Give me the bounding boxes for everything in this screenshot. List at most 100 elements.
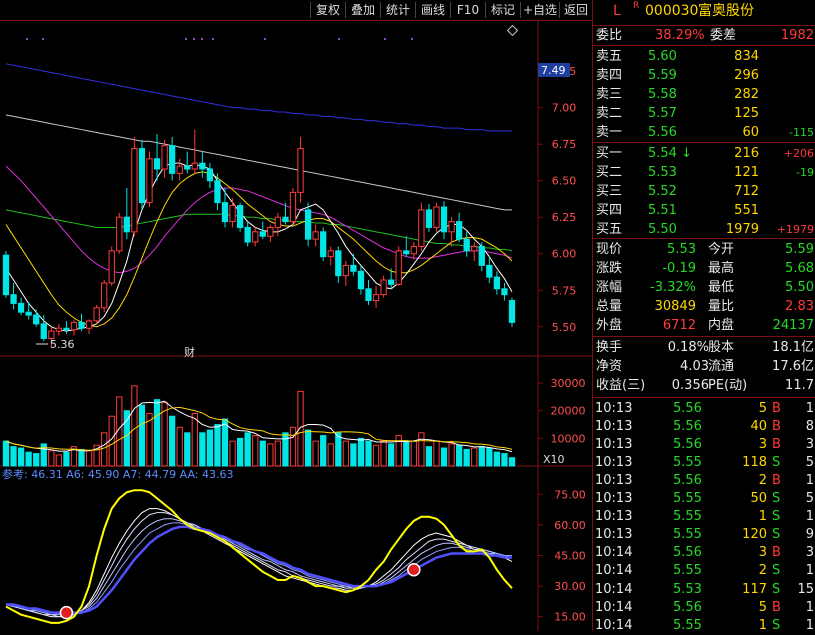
candle-body — [274, 216, 282, 228]
bid-volume: 1979 — [725, 222, 759, 237]
bid-price: 5.52 — [648, 184, 677, 199]
quote-label-left: 涨幅 — [596, 280, 623, 295]
tick-count: 1 — [805, 401, 814, 416]
candle-body — [70, 321, 78, 331]
candle-body — [282, 216, 289, 223]
fund-value-right: 17.6亿 — [772, 359, 814, 374]
price-tick-label: 6.25 — [552, 211, 577, 224]
kline-chart[interactable]: 7.257.006.756.506.256.005.755.50 3000020… — [0, 20, 592, 631]
quote-value-left: 5.53 — [667, 242, 696, 257]
quote-label-left: 涨跌 — [596, 261, 623, 276]
volume-bar — [448, 443, 455, 467]
tick-count: 3 — [805, 545, 814, 561]
indicator-tick-label: 45.00 — [554, 550, 586, 563]
bid-label: 买二 — [596, 165, 623, 180]
quote-value-left: -0.19 — [662, 261, 696, 276]
volume-tick-label: 10000 — [551, 432, 586, 445]
tick-volume: 117 — [742, 581, 767, 597]
quote-value-right: 24137 — [772, 318, 814, 333]
candle-body — [327, 250, 334, 258]
volume-bar — [471, 447, 478, 467]
order-ratio-row: 委比 38.29% 委差 1982 — [593, 26, 815, 45]
quote-row: 涨跌 -0.19 最高 5.68 — [593, 259, 815, 278]
volume-bar — [297, 390, 304, 467]
bid-price: 5.54 — [648, 146, 677, 161]
indicator-legend: 参考: 46.31 A6: 45.90 A7: 44.79 AA: 43.63 — [2, 467, 233, 481]
fund-label-left: 换手 — [596, 340, 623, 355]
candle-body — [380, 279, 387, 296]
tick-price: 5.56 — [673, 599, 702, 615]
tick-volume: 3 — [758, 545, 767, 561]
restore-rights-button[interactable]: 复权 — [310, 2, 345, 18]
candle-body — [403, 250, 410, 255]
tick-time: 10:13 — [595, 473, 633, 489]
volume-bar — [199, 432, 206, 467]
ask-row: 卖四 5.59 296 — [593, 66, 815, 85]
statistics-button[interactable]: 统计 — [380, 2, 415, 18]
volume-bar — [214, 424, 221, 467]
tick-volume: 5 — [758, 599, 767, 615]
order-ratio-label: 委比 — [596, 28, 623, 43]
tick-price: 5.55 — [673, 491, 702, 507]
tick-side: S — [772, 527, 781, 543]
ask-price: 5.59 — [648, 68, 677, 83]
tick-count: 1 — [805, 473, 814, 489]
volume-bar — [2, 440, 10, 467]
ask-price: 5.57 — [648, 106, 677, 121]
volume-bar — [274, 440, 282, 467]
mark-button[interactable]: 标记 — [485, 2, 520, 18]
tick-volume: 3 — [758, 437, 767, 453]
ask-label: 卖二 — [596, 106, 623, 121]
candle-body — [433, 206, 440, 228]
ask-price: 5.58 — [648, 87, 677, 102]
tick-row: 10:14 5.53 117 S 15 — [593, 580, 815, 599]
tick-row: 10:13 5.56 2 B 1 — [593, 471, 815, 490]
fund-value-right: 11.7 — [785, 378, 814, 393]
chart-toolbar: 复权 叠加 统计 画线 F10 标记 +自选 返回 — [0, 0, 592, 21]
candle-body — [501, 288, 508, 296]
volume-bar — [365, 440, 372, 467]
draw-line-button[interactable]: 画线 — [415, 2, 450, 18]
candle-body — [199, 162, 206, 170]
overlay-button[interactable]: 叠加 — [345, 2, 380, 18]
volume-bar — [236, 437, 244, 467]
candle-body — [493, 276, 501, 290]
tick-price: 5.56 — [673, 473, 702, 489]
indicator-tick-label: 30.00 — [554, 580, 586, 593]
volume-bar — [289, 426, 297, 467]
expand-diamond-icon[interactable] — [506, 24, 519, 37]
volume-bar — [123, 410, 130, 467]
fund-value-right: 18.1亿 — [772, 340, 814, 355]
tick-side: B — [772, 437, 781, 453]
volume-bar — [380, 440, 387, 467]
back-button[interactable]: 返回 — [559, 2, 592, 18]
volume-bar — [33, 453, 40, 467]
volume-bar — [342, 440, 349, 467]
volume-bar — [184, 432, 191, 467]
add-watchlist-button[interactable]: +自选 — [520, 2, 559, 18]
candle-body — [508, 299, 516, 323]
volume-bar — [17, 447, 25, 467]
ask-price: 5.56 — [648, 125, 677, 140]
tick-side: S — [772, 581, 781, 597]
volume-bar — [85, 450, 93, 467]
bid-label: 买五 — [596, 222, 623, 237]
quote-value-right: 2.83 — [785, 299, 814, 314]
volume-bar — [229, 440, 236, 467]
indicator-band-line — [5, 512, 513, 618]
volume-bar — [501, 453, 508, 467]
volume-unit-label: X10 — [543, 453, 565, 466]
finance-event-marker[interactable]: 财 — [184, 345, 195, 359]
current-price-label: 7.49 — [541, 64, 566, 77]
price-tick-label: 6.75 — [552, 138, 577, 151]
ma120-line — [5, 63, 512, 132]
f10-button[interactable]: F10 — [450, 2, 485, 18]
candle-body — [214, 180, 221, 204]
candle-body — [78, 321, 85, 329]
volume-bar — [191, 412, 198, 467]
tick-row: 10:14 5.55 1 S 1 — [593, 616, 815, 635]
indicator-band-line — [5, 508, 513, 618]
tick-price: 5.56 — [673, 419, 702, 435]
indicator-tick-label: 15.00 — [554, 611, 586, 624]
volume-bar — [403, 442, 410, 467]
